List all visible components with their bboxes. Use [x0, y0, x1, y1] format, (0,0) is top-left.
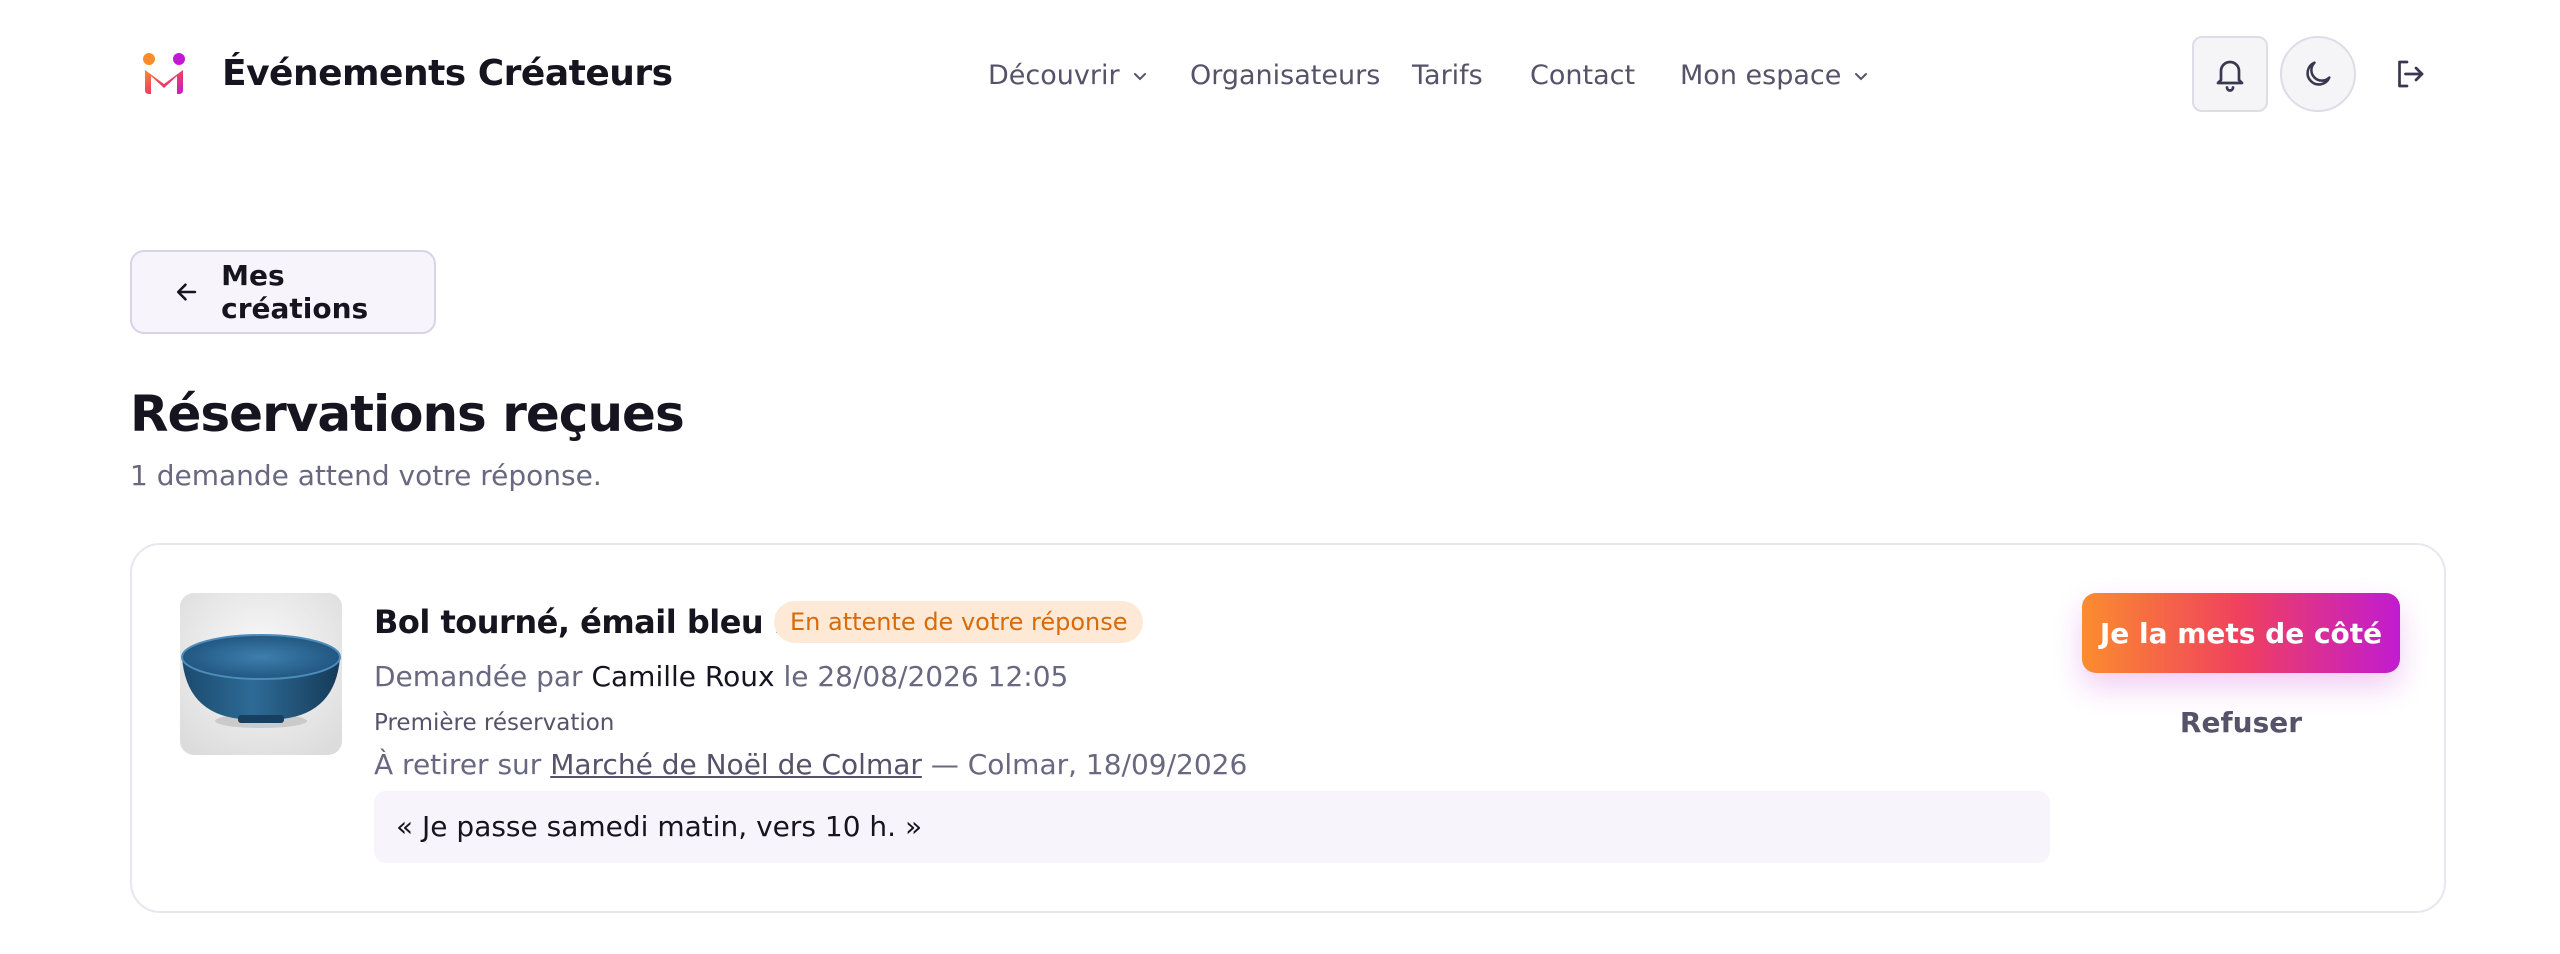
requested-info: Demandée par Camille Roux le 28/08/2026 …	[374, 660, 1069, 693]
pickup-info: À retirer sur Marché de Noël de Colmar —…	[374, 748, 1248, 781]
chevron-down-icon	[1133, 73, 1146, 81]
page-title: Réservations reçues	[130, 385, 685, 443]
page-subtitle: 1 demande attend votre réponse.	[130, 459, 602, 492]
item-thumbnail[interactable]	[180, 593, 342, 755]
nav-discover[interactable]: Découvrir	[988, 56, 1148, 96]
brand-name[interactable]: Événements Créateurs	[222, 48, 673, 100]
bell-icon	[2216, 60, 2244, 92]
notifications-button[interactable]	[2192, 36, 2268, 112]
nav-pricing[interactable]: Tarifs	[1412, 56, 1483, 96]
customer-name: Camille Roux	[591, 660, 775, 693]
moon-icon	[2306, 61, 2331, 86]
first-reservation-label: Première réservation	[374, 710, 615, 736]
reservation-card: Bol tourné, émail bleu nuit En attente d…	[130, 543, 2446, 913]
set-aside-button[interactable]: Je la mets de côté	[2082, 593, 2400, 673]
nav-organizers[interactable]: Organisateurs	[1190, 56, 1380, 96]
arrow-left-icon	[176, 283, 197, 301]
nav-contact[interactable]: Contact	[1530, 56, 1635, 96]
bowl-image	[180, 593, 342, 755]
site-header: Événements Créateurs Découvrir Organisat…	[0, 0, 2560, 150]
chevron-down-icon	[1855, 73, 1868, 81]
status-badge: En attente de votre réponse	[774, 601, 1144, 643]
refuse-button[interactable]: Refuser	[2082, 697, 2400, 747]
theme-toggle-button[interactable]	[2280, 36, 2356, 112]
customer-message: « Je passe samedi matin, vers 10 h. »	[374, 791, 2050, 863]
market-link[interactable]: Marché de Noël de Colmar	[550, 748, 922, 781]
logout-icon	[2398, 60, 2424, 88]
brand-logo-icon[interactable]	[140, 50, 188, 98]
back-to-creations-button[interactable]: Mes créations	[130, 250, 436, 334]
nav-my-space[interactable]: Mon espace	[1680, 56, 1869, 96]
logout-button[interactable]	[2372, 36, 2448, 112]
